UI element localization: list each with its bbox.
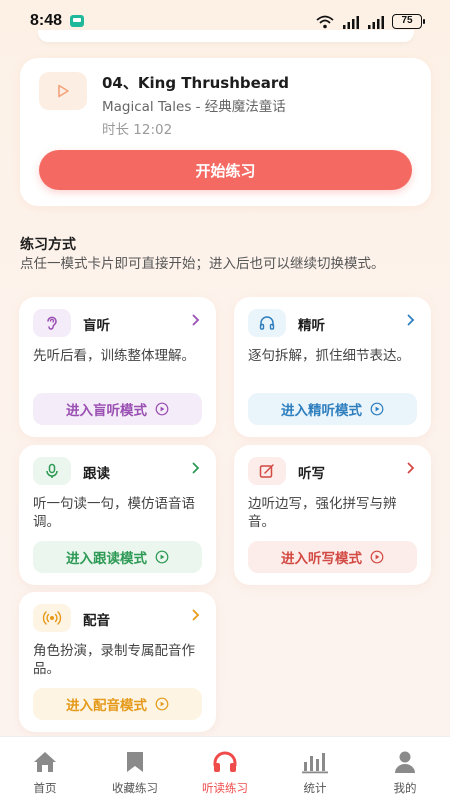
app-notification-icon (70, 15, 84, 27)
nav-label: 我的 (393, 781, 417, 795)
enter-shadowing-button[interactable]: 进入跟读模式 (33, 541, 202, 573)
enter-blind-listening-button[interactable]: 进入盲听模式 (33, 393, 202, 425)
status-time: 8:48 (30, 12, 63, 29)
ear-icon (33, 309, 71, 337)
track-duration: 时长 12:02 (102, 122, 173, 138)
mode-name: 精听 (298, 318, 325, 334)
mode-card-dubbing[interactable]: 配音 角色扮演，录制专属配音作品。 进入配音模式 (19, 592, 216, 732)
bottom-nav: 首页 收藏练习 听读练习 统计 我的 (0, 736, 450, 800)
mode-button-label: 进入听写模式 (281, 551, 362, 567)
nav-label: 听读练习 (202, 781, 248, 795)
mode-name: 跟读 (83, 466, 110, 482)
mode-description: 角色扮演，录制专属配音作品。 (33, 643, 195, 677)
nav-item-profile[interactable]: 我的 (360, 737, 450, 800)
broadcast-icon (33, 604, 71, 632)
bookmark-icon (121, 749, 149, 775)
mode-name: 配音 (83, 613, 110, 629)
nav-item-home[interactable]: 首页 (0, 737, 90, 800)
chevron-right-icon (192, 609, 200, 621)
previous-card-edge (38, 30, 414, 42)
mode-description: 边听边写，强化拼写与辨音。 (248, 496, 397, 530)
edit-icon (248, 457, 286, 485)
mode-name: 盲听 (83, 318, 110, 334)
signal-icon (343, 15, 359, 29)
chevron-right-icon (192, 314, 200, 326)
mode-name: 听写 (298, 466, 325, 482)
nav-label: 统计 (303, 781, 327, 795)
battery-icon: 75 (392, 14, 425, 29)
play-icon[interactable] (39, 72, 87, 110)
mode-button-label: 进入跟读模式 (66, 551, 147, 567)
microphone-icon (33, 457, 71, 485)
chevron-right-icon (192, 462, 200, 474)
track-title: 04、King Thrushbeard (102, 74, 290, 92)
enter-dubbing-button[interactable]: 进入配音模式 (33, 688, 202, 720)
play-circle-icon (155, 697, 169, 711)
play-circle-icon (370, 402, 384, 416)
section-description: 点任一模式卡片即可直接开始；进入后也可以继续切换模式。 (20, 256, 385, 272)
play-circle-icon (155, 402, 169, 416)
headphones-icon (248, 309, 286, 337)
enter-dictation-button[interactable]: 进入听写模式 (248, 541, 417, 573)
nav-item-statistics[interactable]: 统计 (270, 737, 360, 800)
mode-description: 听一句读一句，模仿语音语调。 (33, 496, 195, 530)
nav-item-favorites[interactable]: 收藏练习 (90, 737, 180, 800)
enter-intensive-listening-button[interactable]: 进入精听模式 (248, 393, 417, 425)
wifi-icon (316, 15, 334, 28)
mode-button-label: 进入配音模式 (66, 698, 147, 714)
section-title: 练习方式 (20, 237, 76, 253)
track-subtitle: Magical Tales - 经典魔法童话 (102, 99, 286, 115)
chevron-right-icon (407, 314, 415, 326)
mode-button-label: 进入精听模式 (281, 403, 362, 419)
mode-card-dictation[interactable]: 听写 边听边写，强化拼写与辨音。 进入听写模式 (234, 445, 431, 585)
play-circle-icon (155, 550, 169, 564)
signal-icon-2 (368, 15, 384, 29)
mode-card-intensive-listening[interactable]: 精听 逐句拆解，抓住细节表达。 进入精听模式 (234, 297, 431, 437)
home-icon (31, 749, 59, 775)
nav-item-listening-practice[interactable]: 听读练习 (180, 737, 270, 800)
user-icon (391, 749, 419, 775)
track-card[interactable]: 04、King Thrushbeard Magical Tales - 经典魔法… (20, 58, 431, 206)
mode-card-blind-listening[interactable]: 盲听 先听后看，训练整体理解。 进入盲听模式 (19, 297, 216, 437)
play-circle-icon (370, 550, 384, 564)
chevron-right-icon (407, 462, 415, 474)
headphones-icon (211, 749, 239, 775)
mode-description: 逐句拆解，抓住细节表达。 (248, 348, 410, 364)
nav-label: 首页 (33, 781, 57, 795)
nav-label: 收藏练习 (112, 781, 158, 795)
mode-card-shadowing[interactable]: 跟读 听一句读一句，模仿语音语调。 进入跟读模式 (19, 445, 216, 585)
mode-button-label: 进入盲听模式 (66, 403, 147, 419)
bar-chart-icon (301, 749, 329, 775)
system-icons: 75 (315, 14, 425, 29)
mode-description: 先听后看，训练整体理解。 (33, 348, 195, 364)
start-practice-button[interactable]: 开始练习 (39, 150, 412, 190)
